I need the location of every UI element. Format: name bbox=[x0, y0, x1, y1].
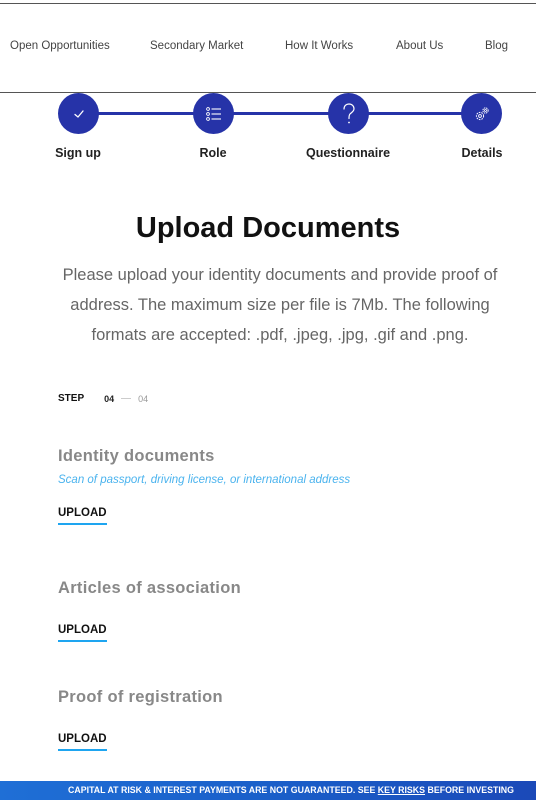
step-counter-total: 04 bbox=[138, 393, 149, 404]
doc-hint: Scan of passport, driving license, or in… bbox=[58, 474, 351, 486]
proof-of-registration-section: Proof of registration UPLOAD bbox=[58, 688, 223, 751]
step-role[interactable] bbox=[193, 93, 234, 134]
step-label-questionnaire: Questionnaire bbox=[305, 146, 391, 160]
top-navigation: Open Opportunities Secondary Market How … bbox=[0, 4, 536, 93]
step-counter-label: STEP bbox=[58, 393, 85, 404]
doc-title: Proof of registration bbox=[58, 688, 223, 706]
nav-blog[interactable]: Blog bbox=[485, 40, 508, 52]
page-description: Please upload your identity documents an… bbox=[62, 266, 498, 344]
step-sign-up[interactable] bbox=[58, 93, 99, 134]
stepper-connector-line bbox=[78, 112, 482, 115]
step-label-sign-up: Sign up bbox=[55, 146, 101, 160]
step-details[interactable] bbox=[461, 93, 502, 134]
risk-warning-banner: CAPITAL AT RISK & INTEREST PAYMENTS ARE … bbox=[0, 781, 536, 800]
step-questionnaire[interactable] bbox=[328, 93, 369, 134]
nav-secondary-market[interactable]: Secondary Market bbox=[150, 40, 243, 52]
gears-icon bbox=[475, 106, 489, 120]
step-label-details: Details bbox=[461, 146, 503, 160]
doc-title: Articles of association bbox=[58, 579, 241, 597]
upload-identity-button[interactable]: UPLOAD bbox=[58, 507, 107, 525]
key-risks-link[interactable]: KEY RISKS bbox=[378, 785, 425, 795]
identity-documents-section: Identity documents Scan of passport, dri… bbox=[58, 447, 350, 525]
articles-of-association-section: Articles of association UPLOAD bbox=[58, 579, 241, 642]
step-label-role: Role bbox=[199, 146, 227, 160]
banner-text-before: CAPITAL AT RISK & INTEREST PAYMENTS ARE … bbox=[68, 785, 378, 795]
banner-text-after: BEFORE INVESTING bbox=[425, 785, 514, 795]
page-title: Upload Documents bbox=[135, 212, 401, 244]
check-icon bbox=[73, 109, 84, 118]
step-counter-current: 04 bbox=[104, 393, 115, 404]
nav-about-us[interactable]: About Us bbox=[396, 40, 443, 52]
progress-stepper: Sign up Role Questionnaire Details bbox=[0, 93, 536, 173]
step-counter-separator bbox=[121, 398, 132, 399]
doc-title: Identity documents bbox=[58, 447, 215, 465]
list-icon bbox=[205, 106, 221, 121]
question-icon bbox=[342, 102, 355, 123]
upload-articles-button[interactable]: UPLOAD bbox=[58, 624, 107, 642]
nav-how-it-works[interactable]: How It Works bbox=[285, 40, 353, 52]
upload-registration-button[interactable]: UPLOAD bbox=[58, 733, 107, 751]
step-counter: STEP 04 04 bbox=[58, 393, 148, 404]
nav-open-opportunities[interactable]: Open Opportunities bbox=[10, 40, 110, 52]
